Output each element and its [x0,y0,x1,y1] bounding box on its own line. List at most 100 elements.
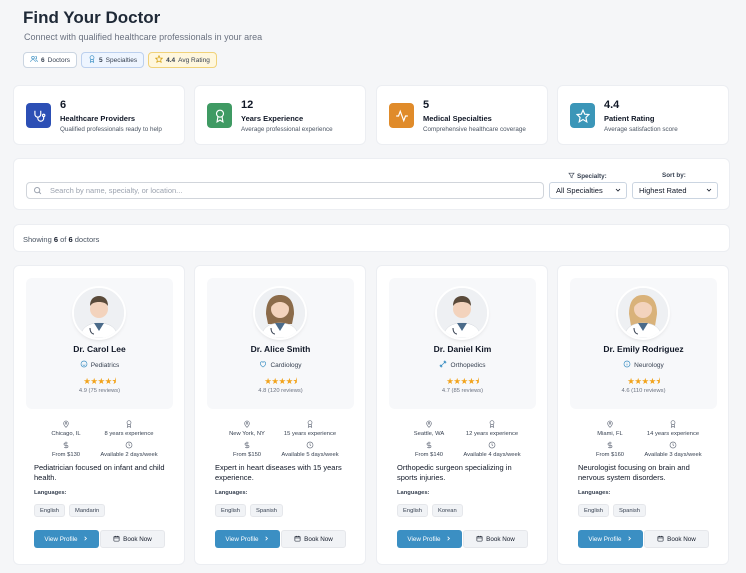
sort-select[interactable]: Highest Rated [632,182,718,199]
book-now-label: Book Now [667,535,696,543]
availability-info: Available 4 days/week [462,441,522,458]
book-now-button[interactable]: Book Now [644,530,709,548]
view-profile-label: View Profile [44,535,78,543]
search-box[interactable] [26,182,544,199]
stat-value: 6 [60,99,67,111]
specialty-text: Pediatrics [90,361,120,369]
award-icon [306,420,314,428]
calendar-icon [294,535,301,544]
calendar-icon [113,535,120,544]
results-prefix: Showing [23,235,52,244]
availability-info: Available 3 days/week [643,441,703,458]
language-tag: English [397,504,429,517]
search-input[interactable] [50,186,530,195]
clock-icon [669,441,677,449]
book-now-label: Book Now [304,535,333,543]
experience-info: 8 years experience [99,420,159,437]
doctor-name[interactable]: Dr. Alice Smith [207,344,354,354]
stat-desc: Comprehensive healthcare coverage [423,126,526,133]
book-now-button[interactable]: Book Now [281,530,346,548]
stat-label: Healthcare Providers [60,114,136,123]
doctors-count: 6 [41,56,45,64]
map-pin-icon [243,420,251,428]
languages-label: Languages: [397,490,430,496]
experience-info: 15 years experience [280,420,340,437]
experience-text: 12 years experience [465,431,519,437]
stat-card-rating: 4.4 Patient Rating Average satisfaction … [557,85,729,145]
specialty-text: Cardiology [270,361,302,369]
stat-desc: Qualified professionals ready to help [60,126,162,133]
specialty-tag: Pediatrics [26,360,173,370]
stat-card-experience: 12 Years Experience Average professional… [194,85,366,145]
avatar [437,288,487,338]
rating-reviews: 4.8 (120 reviews) [258,388,303,394]
page-subtitle: Connect with qualified healthcare profes… [24,32,263,42]
experience-info: 14 years experience [643,420,703,437]
price-info: From $150 [217,441,277,458]
stat-value: 5 [423,99,430,111]
calendar-icon [476,535,483,544]
languages-label: Languages: [215,490,248,496]
award-icon [488,420,496,428]
book-now-button[interactable]: Book Now [463,530,528,548]
specialty-filter-label: Specialty: [568,172,607,181]
stat-card-specialties: 5 Medical Specialties Comprehensive heal… [376,85,548,145]
star-icon [570,103,595,128]
doctor-name[interactable]: Dr. Emily Rodriguez [570,344,717,354]
brain-icon [623,360,631,370]
activity-icon [389,103,414,128]
location-text: Chicago, IL [51,431,81,437]
location-text: Seattle, WA [413,431,445,437]
doctor-bio: Orthopedic surgeon specializing in sport… [397,463,512,482]
rating-label: Avg Rating [178,56,210,64]
view-profile-button[interactable]: View Profile [397,530,462,548]
calendar-icon [657,535,664,544]
users-icon [30,55,38,65]
specialty-select-value: All Specialties [556,186,603,195]
languages-list: English Korean [397,504,463,517]
location-text: New York, NY [229,431,265,437]
search-icon [33,182,42,200]
stat-desc: Average satisfaction score [604,126,678,133]
stat-value: 12 [241,99,254,111]
price-text: From $140 [414,452,444,458]
doctor-card-header: Dr. Daniel Kim Orthopedics ★★★★⯨ 4.7 (85… [389,278,536,409]
rating-value: 4.4 [166,56,176,64]
specialty-tag: Orthopedics [389,360,536,370]
experience-text: 8 years experience [104,431,154,437]
specialty-select[interactable]: All Specialties [549,182,627,199]
languages-label: Languages: [578,490,611,496]
doctor-card-header: Dr. Carol Lee Pediatrics ★★★★⯨ 4.9 (75 r… [26,278,173,409]
view-profile-button[interactable]: View Profile [215,530,280,548]
doctor-name[interactable]: Dr. Daniel Kim [389,344,536,354]
dollar-icon [62,441,70,449]
language-tag: Korean [432,504,463,517]
map-pin-icon [606,420,614,428]
chevron-right-icon [445,535,452,544]
chevron-right-icon [82,535,89,544]
book-now-label: Book Now [486,535,515,543]
dollar-icon [606,441,614,449]
availability-text: Available 2 days/week [100,452,158,458]
sort-select-value: Highest Rated [639,186,687,195]
doctor-name[interactable]: Dr. Carol Lee [26,344,173,354]
clock-icon [306,441,314,449]
view-profile-label: View Profile [225,535,259,543]
summary-badges: 6 Doctors 5 Specialties 4.4 Avg Rating [23,52,217,68]
specialty-tag: Cardiology [207,360,354,370]
stat-value: 4.4 [604,99,620,111]
language-tag: Spanish [250,504,283,517]
award-icon [88,55,96,65]
award-icon [207,103,232,128]
chevron-right-icon [263,535,270,544]
view-profile-button[interactable]: View Profile [34,530,99,548]
view-profile-button[interactable]: View Profile [578,530,643,548]
doctor-card: Dr. Daniel Kim Orthopedics ★★★★⯨ 4.7 (85… [376,265,548,565]
specialty-text: Orthopedics [450,361,486,369]
availability-info: Available 5 days/week [280,441,340,458]
book-now-button[interactable]: Book Now [100,530,165,548]
chevron-right-icon [626,535,633,544]
experience-info: 12 years experience [462,420,522,437]
avatar [618,288,668,338]
specialty-text: Neurology [634,361,664,369]
